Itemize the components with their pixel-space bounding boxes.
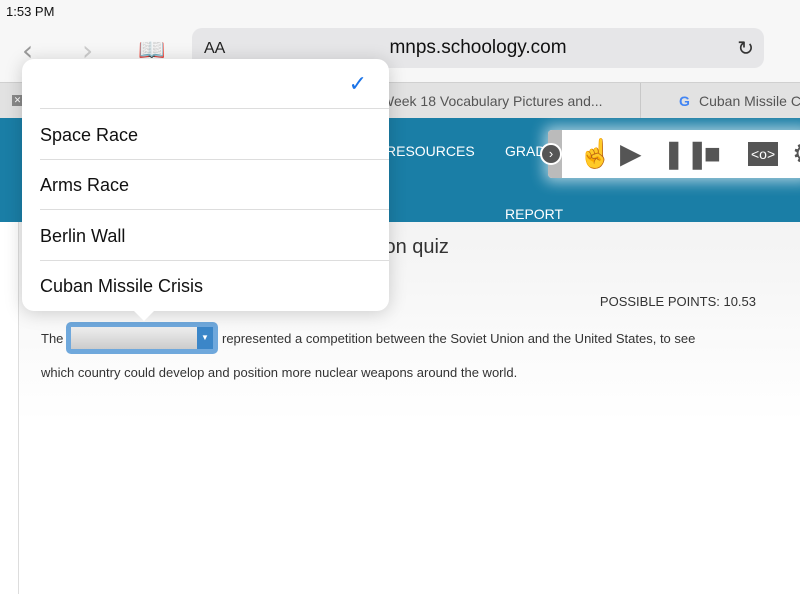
- tab-vocabulary[interactable]: Week 18 Vocabulary Pictures and...: [370, 83, 640, 119]
- settings-icon[interactable]: ⚙: [792, 138, 800, 170]
- nav-grades[interactable]: GRADES: [505, 143, 545, 159]
- url-text[interactable]: mnps.schoology.com: [192, 37, 764, 59]
- question-text-line2: which country could develop and position…: [41, 365, 518, 380]
- pause-icon[interactable]: ❚❚: [662, 138, 709, 170]
- tab-cuban-missile[interactable]: G Cuban Missile C: [640, 83, 800, 119]
- option-berlin-wall[interactable]: Berlin Wall: [40, 211, 389, 261]
- question-text-end: represented a competition between the So…: [222, 331, 696, 346]
- read-aloud-toolbar: › ☝ ▶ ❚❚ ■ <o> ⚙: [540, 130, 800, 178]
- play-icon[interactable]: ▶: [620, 138, 642, 170]
- nav-resources[interactable]: RESOURCES: [386, 143, 475, 159]
- chevron-down-icon: ▼: [197, 327, 213, 349]
- google-icon: G: [679, 93, 690, 109]
- pointer-icon[interactable]: ☝: [578, 138, 613, 170]
- tab-title: Cuban Missile C: [699, 93, 800, 109]
- status-time: 1:53 PM: [6, 4, 55, 19]
- stop-icon[interactable]: ■: [704, 138, 721, 170]
- option-arms-race[interactable]: Arms Race: [40, 160, 389, 210]
- tab-title: Week 18 Vocabulary Pictures and...: [381, 93, 603, 109]
- question-text-start: The: [41, 331, 64, 346]
- option-space-race[interactable]: Space Race: [40, 110, 389, 160]
- expand-icon[interactable]: ›: [540, 143, 562, 165]
- nav-report[interactable]: REPORT: [505, 206, 563, 222]
- possible-points: POSSIBLE POINTS: 10.53: [599, 294, 756, 309]
- reload-icon[interactable]: ↻: [737, 36, 754, 61]
- select-value: [71, 327, 197, 349]
- option-blank[interactable]: ✓: [40, 59, 389, 109]
- checkmark-icon: ✓: [348, 71, 367, 96]
- option-cuban-missile-crisis[interactable]: Cuban Missile Crisis: [40, 261, 389, 311]
- screen-mask-icon[interactable]: <o>: [748, 142, 779, 166]
- select-options-popover: ✓ Space Race Arms Race Berlin Wall Cuban…: [22, 59, 389, 321]
- answer-select[interactable]: ▼: [66, 322, 218, 354]
